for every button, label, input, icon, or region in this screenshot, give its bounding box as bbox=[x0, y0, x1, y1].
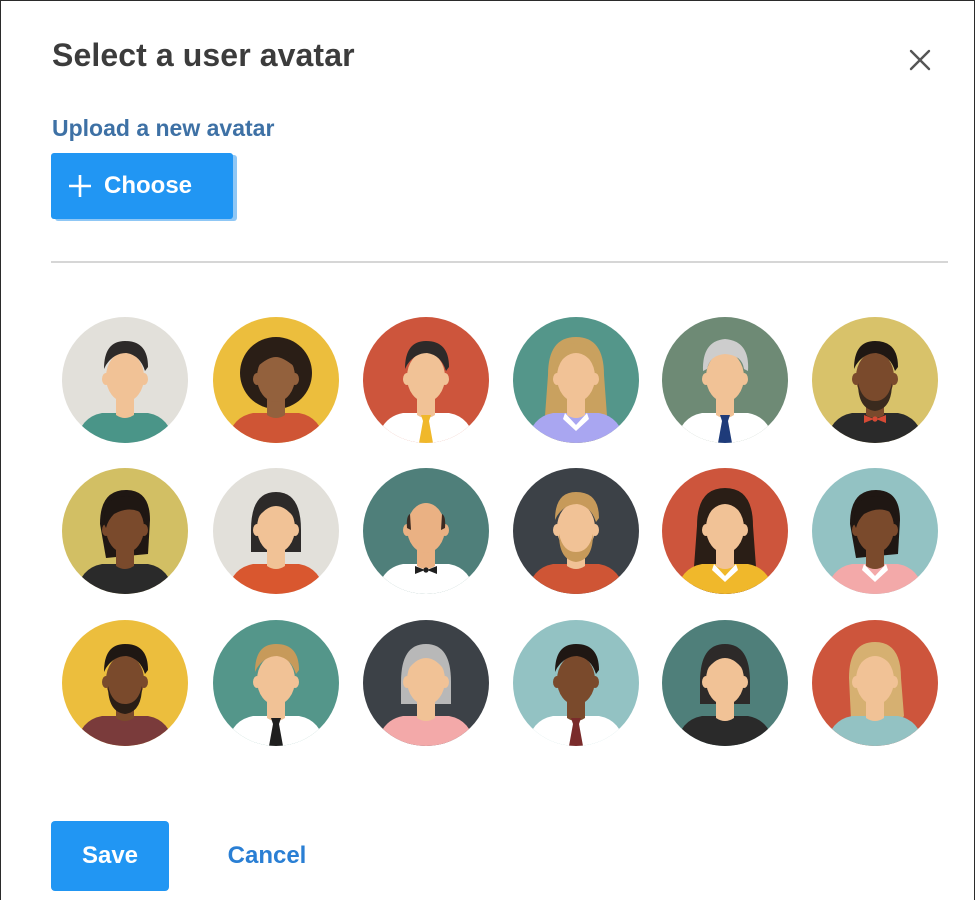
avatar-image bbox=[513, 620, 639, 746]
avatar-option-11[interactable] bbox=[662, 468, 788, 594]
avatar-image bbox=[812, 620, 938, 746]
close-button[interactable] bbox=[903, 43, 937, 77]
close-icon[interactable] bbox=[903, 43, 937, 77]
avatar-option-7[interactable] bbox=[62, 468, 188, 594]
avatar-option-10[interactable] bbox=[513, 468, 639, 594]
avatar-image bbox=[662, 620, 788, 746]
avatar-option-6[interactable] bbox=[812, 317, 938, 443]
avatar-image bbox=[213, 620, 339, 746]
avatar-option-3[interactable] bbox=[363, 317, 489, 443]
avatar-option-2[interactable] bbox=[213, 317, 339, 443]
avatar-image bbox=[363, 317, 489, 443]
avatar-option-16[interactable] bbox=[513, 620, 639, 746]
avatar-option-14[interactable] bbox=[213, 620, 339, 746]
avatar-image bbox=[213, 317, 339, 443]
cancel-button[interactable]: Cancel bbox=[211, 821, 323, 891]
avatar-image bbox=[62, 317, 188, 443]
choose-button-label: Choose bbox=[104, 172, 193, 199]
avatar-option-18[interactable] bbox=[812, 620, 938, 746]
avatar-option-12[interactable] bbox=[812, 468, 938, 594]
avatar-image bbox=[363, 620, 489, 746]
choose-button[interactable]: Choose bbox=[51, 153, 233, 219]
save-button[interactable]: Save bbox=[51, 821, 169, 891]
avatar-image bbox=[812, 317, 938, 443]
avatar-option-15[interactable] bbox=[363, 620, 489, 746]
dialog-title: Select a user avatar bbox=[52, 37, 355, 73]
avatar-image bbox=[62, 620, 188, 746]
avatar-image bbox=[662, 468, 788, 594]
plus-icon bbox=[69, 175, 91, 197]
avatar-image bbox=[213, 468, 339, 594]
avatar-image bbox=[513, 468, 639, 594]
avatar-option-4[interactable] bbox=[513, 317, 639, 443]
section-divider bbox=[51, 261, 948, 263]
avatar-image bbox=[513, 317, 639, 443]
avatar-image bbox=[812, 468, 938, 594]
avatar-option-5[interactable] bbox=[662, 317, 788, 443]
avatar-image bbox=[62, 468, 188, 594]
avatar-option-13[interactable] bbox=[62, 620, 188, 746]
avatar-option-1[interactable] bbox=[62, 317, 188, 443]
avatar-dialog: Select a user avatar Upload a new avatar… bbox=[0, 0, 975, 900]
avatar-option-8[interactable] bbox=[213, 468, 339, 594]
avatar-image bbox=[662, 317, 788, 443]
avatar-image bbox=[363, 468, 489, 594]
avatar-option-9[interactable] bbox=[363, 468, 489, 594]
upload-avatar-label: Upload a new avatar bbox=[52, 115, 275, 141]
avatar-option-17[interactable] bbox=[662, 620, 788, 746]
